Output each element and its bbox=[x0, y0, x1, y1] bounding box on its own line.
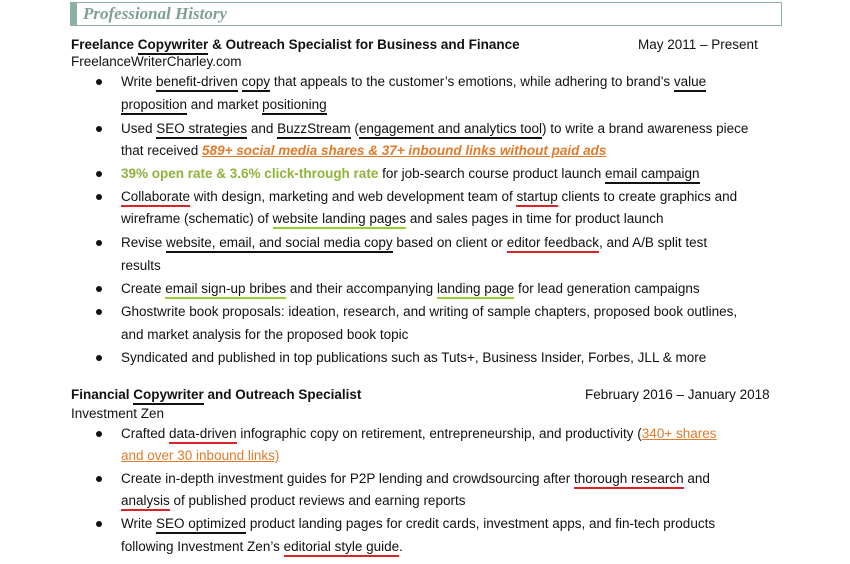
bullet-dot bbox=[96, 194, 102, 200]
job1-bullet3-line1: 39% open rate & 3.6% click-through rate … bbox=[121, 166, 700, 184]
job2-bullet3-line1: Write SEO optimized product landing page… bbox=[121, 516, 715, 534]
job2-bullet2-line1: Create in-depth investment guides for P2… bbox=[121, 471, 710, 489]
job1-dates: May 2011 – Present bbox=[638, 37, 758, 52]
bullet-dot bbox=[96, 126, 102, 132]
job1-bullet6-line1: Create email sign-up bribes and their ac… bbox=[121, 281, 700, 299]
job1-title: Freelance Copywriter & Outreach Speciali… bbox=[71, 37, 520, 55]
job1-bullet5-line2: results bbox=[121, 258, 161, 273]
job2-title: Financial Copywriter and Outreach Specia… bbox=[71, 387, 361, 405]
job1-company: FreelanceWriterCharley.com bbox=[71, 54, 242, 69]
bullet-dot bbox=[96, 79, 102, 85]
job2-dates: February 2016 – January 2018 bbox=[585, 387, 770, 402]
job1-bullet1-line2: proposition and market positioning bbox=[121, 97, 327, 115]
bullet-dot bbox=[96, 521, 102, 527]
job1-bullet2-line1: Used SEO strategies and BuzzStream (enga… bbox=[121, 121, 748, 139]
section-title: Professional History bbox=[83, 4, 228, 23]
bullet-dot bbox=[96, 240, 102, 246]
bullet-dot bbox=[96, 286, 102, 292]
job2-bullet2-line2: analysis of published product reviews an… bbox=[121, 493, 465, 511]
job1-bullet7-line2: and market analysis for the proposed boo… bbox=[121, 327, 409, 342]
job1-bullet5-line1: Revise website, email, and social media … bbox=[121, 235, 707, 253]
job1-bullet8-line1: Syndicated and published in top publicat… bbox=[121, 350, 707, 365]
job2-company: Investment Zen bbox=[71, 406, 165, 421]
bullet-dot bbox=[96, 431, 102, 437]
job2-bullet1-line2: and over 30 inbound links) bbox=[121, 448, 280, 463]
job1-bullet1-line1: Write benefit-driven copy that appeals t… bbox=[121, 74, 707, 92]
job1-bullet4-line1: Collaborate with design, marketing and w… bbox=[121, 189, 737, 207]
bullet-dot bbox=[96, 476, 102, 482]
bullet-dot bbox=[96, 171, 102, 177]
job1-bullet7-line1: Ghostwrite book proposals: ideation, res… bbox=[121, 304, 738, 319]
job2-bullet1-line1: Crafted data-driven infographic copy on … bbox=[121, 426, 716, 444]
job1-bullet4-line2: wireframe (schematic) of website landing… bbox=[121, 211, 664, 229]
bullet-dot bbox=[96, 355, 102, 361]
bullet-dot bbox=[96, 309, 102, 315]
job1-bullet2-line2: that received 589+ social media shares &… bbox=[121, 143, 607, 158]
section-banner: Professional History bbox=[70, 2, 782, 26]
job2-bullet3-line2: following Investment Zen’s editorial sty… bbox=[121, 539, 403, 557]
